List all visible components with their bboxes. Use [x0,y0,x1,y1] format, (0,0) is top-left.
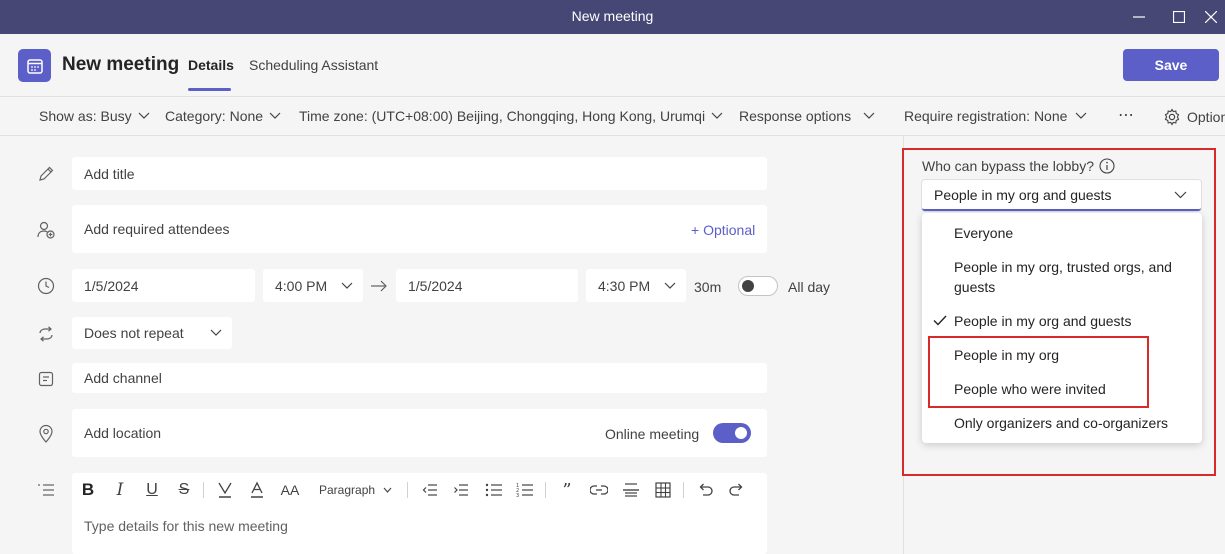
strikethrough-icon[interactable]: S [174,480,194,500]
gear-icon [1163,108,1181,126]
toolbar-divider [683,482,684,498]
end-time-dropdown[interactable]: 4:30 PM [586,269,686,302]
toolbar-divider [545,482,546,498]
app-calendar-icon [18,49,51,82]
show-as-label: Show as: Busy [39,108,132,124]
options-button[interactable]: Options [1163,108,1225,126]
tab-active-indicator [188,88,231,91]
response-options-dropdown[interactable]: Response options [739,108,875,124]
bulleted-list-icon[interactable] [484,480,504,500]
chevron-down-icon [210,329,222,337]
end-date-picker[interactable]: 1/5/2024 [396,269,578,302]
show-as-dropdown[interactable]: Show as: Busy [39,108,150,124]
chevron-down-icon [269,112,281,120]
attendees-input[interactable]: Add required attendees [72,205,767,253]
start-date-picker[interactable]: 1/5/2024 [72,269,255,302]
duration-label: 30m [694,279,722,295]
page-title: New meeting [62,54,180,75]
chevron-down-icon [138,112,150,120]
location-icon [36,424,56,444]
location-placeholder: Add location [84,425,162,441]
registration-label: Require registration: None [904,108,1068,124]
chevron-down-icon [383,487,392,493]
paragraph-label: Paragraph [319,483,376,497]
timezone-label: Time zone: (UTC+08:00) Beijing, Chongqin… [299,108,706,124]
all-day-toggle[interactable] [738,276,778,296]
bold-icon[interactable]: B [78,480,98,500]
undo-icon[interactable] [695,480,715,500]
paragraph-dropdown[interactable]: Paragraph [319,483,392,497]
increase-indent-icon[interactable] [451,480,471,500]
all-day-label: All day [788,279,831,295]
repeat-icon [36,324,56,344]
meeting-options-toolbar: Show as: Busy Category: None Time zone: … [0,96,1225,136]
underline-icon[interactable]: U [142,480,162,500]
italic-icon[interactable]: I [110,480,130,500]
end-date-value: 1/5/2024 [408,277,463,294]
timezone-dropdown[interactable]: Time zone: (UTC+08:00) Beijing, Chongqin… [299,108,723,124]
online-meeting-toggle[interactable] [713,423,751,443]
window-title: New meeting [571,8,654,24]
tab-scheduling-assistant[interactable]: Scheduling Assistant [249,57,378,73]
arrow-right-icon [370,279,388,293]
link-icon[interactable] [589,480,609,500]
highlight-box-lobby-panel [902,148,1216,476]
horizontal-rule-icon[interactable] [621,480,641,500]
person-add-icon [36,220,56,240]
pencil-icon [36,164,56,184]
window-title-bar: New meeting [0,0,1225,34]
channel-input[interactable]: Add channel [72,363,767,393]
meeting-header: New meeting Details Scheduling Assistant… [0,34,1225,96]
category-dropdown[interactable]: Category: None [165,108,281,124]
start-date-value: 1/5/2024 [84,277,139,294]
close-button[interactable] [1196,0,1225,34]
end-time-value: 4:30 PM [598,277,651,294]
response-options-label: Response options [739,108,852,124]
attendees-placeholder: Add required attendees [84,221,230,237]
title-placeholder: Add title [84,165,135,182]
more-options-button[interactable]: ⋯ [1118,105,1134,125]
start-time-dropdown[interactable]: 4:00 PM [263,269,363,302]
save-button[interactable]: Save [1123,49,1219,81]
details-placeholder: Type details for this new meeting [84,518,288,534]
clock-icon [36,276,56,296]
online-meeting-label: Online meeting [605,426,700,442]
registration-dropdown[interactable]: Require registration: None [904,108,1087,124]
redo-icon[interactable] [727,480,747,500]
close-icon [1204,11,1217,23]
repeat-value: Does not repeat [84,325,184,341]
chevron-down-icon [863,112,875,120]
options-label: Options [1187,109,1225,125]
toolbar-divider [203,482,204,498]
highlight-box-options [928,336,1149,408]
chevron-down-icon [711,112,723,120]
maximize-icon [1173,11,1185,23]
table-icon[interactable] [653,480,673,500]
details-list-icon [36,480,56,500]
font-color-icon[interactable] [247,480,267,500]
svg-text:3: 3 [516,493,519,498]
chevron-down-icon [664,282,676,290]
toolbar-divider [407,482,408,498]
channel-icon [36,369,56,389]
minimize-icon [1133,11,1145,23]
numbered-list-icon[interactable]: 123 [515,480,535,500]
chevron-down-icon [341,282,353,290]
channel-placeholder: Add channel [84,370,162,386]
quote-icon[interactable]: ” [557,480,577,501]
start-time-value: 4:00 PM [275,277,328,294]
chevron-down-icon [1075,112,1087,120]
repeat-dropdown[interactable]: Does not repeat [72,317,232,349]
decrease-indent-icon[interactable] [420,480,440,500]
highlight-icon[interactable] [215,480,235,500]
optional-attendees-link[interactable]: + Optional [691,222,755,238]
title-input[interactable]: Add title [72,157,767,190]
font-size-icon[interactable]: AA [280,480,300,500]
category-label: Category: None [165,108,264,124]
tab-details[interactable]: Details [188,57,234,73]
